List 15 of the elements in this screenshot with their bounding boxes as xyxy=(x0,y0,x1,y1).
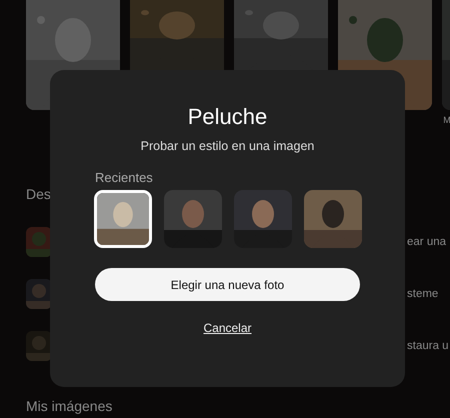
photo-thumbnail[interactable] xyxy=(234,190,292,248)
photo-thumbnail[interactable] xyxy=(304,190,362,248)
list-item-text: staura u xyxy=(407,340,450,352)
dialog-title: Peluche xyxy=(188,104,268,130)
photo-thumbnail[interactable] xyxy=(94,190,152,248)
list-item-text: steme xyxy=(407,288,440,300)
section-title: Des xyxy=(25,186,52,204)
cancel-link[interactable]: Cancelar xyxy=(203,321,252,335)
choose-photo-button[interactable]: Elegir una nueva foto xyxy=(95,268,360,301)
image-caption: M xyxy=(443,115,450,125)
list-item-text: ear una xyxy=(407,236,448,248)
photo-thumbnail[interactable] xyxy=(164,190,222,248)
recent-label: Recientes xyxy=(95,170,153,185)
dialog-subtitle: Probar un estilo en una imagen xyxy=(140,139,314,153)
section-title: Mis imágenes xyxy=(25,398,114,414)
